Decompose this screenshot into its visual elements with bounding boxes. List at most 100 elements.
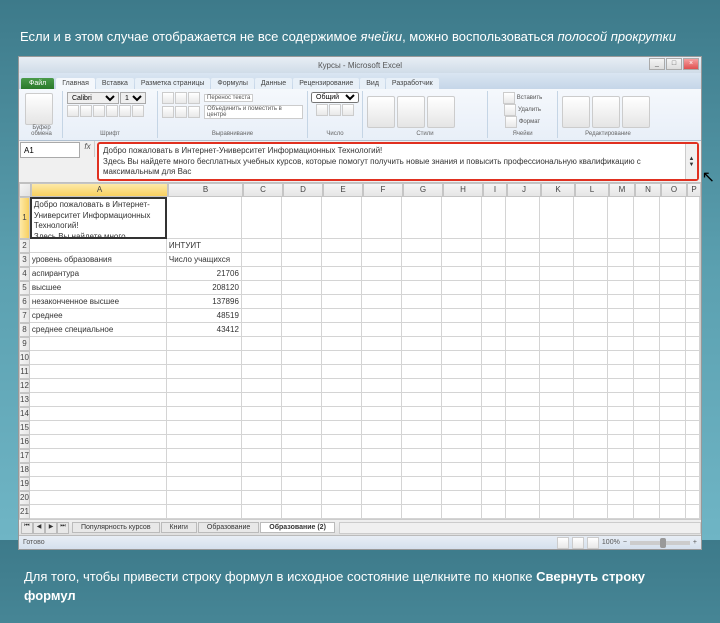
cell[interactable] <box>242 491 282 505</box>
cell[interactable] <box>442 281 482 295</box>
cell[interactable] <box>242 365 282 379</box>
grid[interactable]: Добро пожаловать в Интернет-Университет … <box>30 197 700 519</box>
cell[interactable] <box>660 337 686 351</box>
cell[interactable]: незаконченное высшее <box>30 295 167 309</box>
cell[interactable] <box>608 463 634 477</box>
cell[interactable] <box>242 323 282 337</box>
cell[interactable] <box>482 253 506 267</box>
cell[interactable] <box>634 491 660 505</box>
cell[interactable] <box>506 505 540 519</box>
cell[interactable] <box>242 197 282 239</box>
row-header[interactable]: 9 <box>19 337 30 351</box>
zoom-out-button[interactable]: − <box>623 539 627 546</box>
cell[interactable] <box>242 337 282 351</box>
cell[interactable] <box>506 477 540 491</box>
cell[interactable] <box>362 449 402 463</box>
cell[interactable] <box>167 449 242 463</box>
cell[interactable] <box>574 267 608 281</box>
cell[interactable] <box>282 435 322 449</box>
cell[interactable] <box>322 379 362 393</box>
cell[interactable] <box>574 253 608 267</box>
cell[interactable] <box>362 393 402 407</box>
cell[interactable] <box>282 379 322 393</box>
cell[interactable] <box>442 267 482 281</box>
maximize-button[interactable]: □ <box>666 58 682 70</box>
cell[interactable] <box>322 253 362 267</box>
cell[interactable] <box>282 253 322 267</box>
cell[interactable] <box>282 239 322 253</box>
cell[interactable] <box>574 463 608 477</box>
cell[interactable] <box>482 281 506 295</box>
cell[interactable] <box>608 295 634 309</box>
cell[interactable] <box>634 435 660 449</box>
cell[interactable] <box>282 463 322 477</box>
column-header[interactable]: E <box>323 183 363 197</box>
cell[interactable] <box>506 393 540 407</box>
cell[interactable] <box>482 295 506 309</box>
row-header[interactable]: 4 <box>19 267 30 281</box>
cell[interactable] <box>660 407 686 421</box>
column-header[interactable]: O <box>661 183 687 197</box>
cell[interactable] <box>506 491 540 505</box>
number-format-select[interactable]: Общий <box>311 92 359 103</box>
row-header[interactable]: 19 <box>19 477 30 491</box>
cell[interactable]: аспирантура <box>30 267 167 281</box>
cell[interactable] <box>282 197 322 239</box>
cell[interactable] <box>242 463 282 477</box>
cell[interactable] <box>442 449 482 463</box>
cell[interactable] <box>322 239 362 253</box>
cell[interactable] <box>608 197 634 239</box>
cell[interactable] <box>442 491 482 505</box>
cell[interactable] <box>402 477 442 491</box>
find-icon[interactable] <box>622 96 650 128</box>
cell[interactable] <box>362 379 402 393</box>
cell[interactable] <box>506 407 540 421</box>
cell[interactable] <box>362 421 402 435</box>
cell[interactable] <box>506 253 540 267</box>
cell[interactable] <box>686 365 700 379</box>
align-left-button[interactable] <box>162 106 174 118</box>
cell[interactable] <box>608 323 634 337</box>
cell[interactable] <box>402 351 442 365</box>
cell[interactable] <box>30 393 167 407</box>
cell[interactable] <box>482 323 506 337</box>
cell[interactable] <box>442 379 482 393</box>
paste-icon[interactable] <box>25 93 53 125</box>
tab-dev[interactable]: Разработчик <box>386 78 439 89</box>
cell[interactable] <box>660 239 686 253</box>
cell[interactable]: 21706 <box>167 267 242 281</box>
cell[interactable] <box>686 267 700 281</box>
cell[interactable] <box>608 267 634 281</box>
cell[interactable] <box>540 267 574 281</box>
name-box[interactable] <box>20 142 80 158</box>
wrap-button[interactable]: Перенос текста <box>204 94 253 102</box>
cell[interactable] <box>322 365 362 379</box>
cell[interactable] <box>402 309 442 323</box>
cell[interactable] <box>660 463 686 477</box>
zoom-in-button[interactable]: + <box>693 539 697 546</box>
row-header[interactable]: 5 <box>19 281 30 295</box>
cell[interactable] <box>167 337 242 351</box>
cell[interactable] <box>506 449 540 463</box>
currency-button[interactable] <box>316 104 328 116</box>
format-cell-icon[interactable] <box>505 116 517 128</box>
cell[interactable] <box>282 491 322 505</box>
sheet-tab[interactable]: Популярность курсов <box>72 522 160 533</box>
cell[interactable] <box>506 463 540 477</box>
cell[interactable] <box>322 491 362 505</box>
cell[interactable] <box>540 505 574 519</box>
sheet-nav-last[interactable]: ⏭ <box>57 522 69 534</box>
align-bot-button[interactable] <box>188 92 200 104</box>
cell[interactable]: ИНТУИТ <box>167 239 242 253</box>
cell[interactable] <box>506 239 540 253</box>
cell[interactable] <box>540 365 574 379</box>
cell[interactable] <box>540 477 574 491</box>
cell[interactable] <box>402 253 442 267</box>
cell[interactable] <box>30 407 167 421</box>
cell[interactable] <box>442 351 482 365</box>
cell[interactable] <box>608 407 634 421</box>
border-button[interactable] <box>106 105 118 117</box>
cell[interactable] <box>242 295 282 309</box>
cell[interactable] <box>574 239 608 253</box>
cell[interactable] <box>634 337 660 351</box>
